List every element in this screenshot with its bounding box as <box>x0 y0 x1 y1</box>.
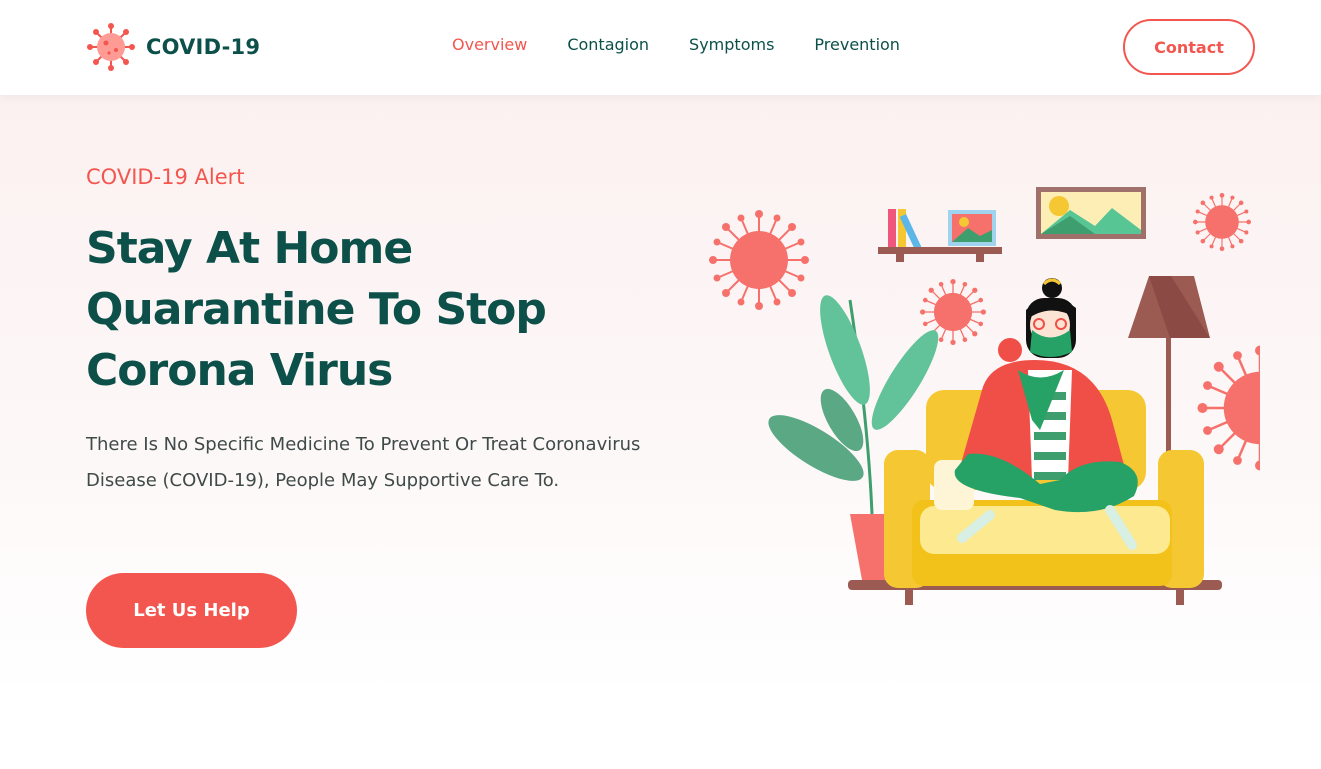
hero-title-line: Corona Virus <box>86 345 393 396</box>
virus-icon <box>1196 344 1260 472</box>
navbar: COVID-19 Overview Contagion Symptoms Pre… <box>0 0 1321 95</box>
nav-contagion[interactable]: Contagion <box>567 35 649 55</box>
brand-name: COVID-19 <box>146 35 261 59</box>
hero-alert-label: COVID-19 Alert <box>86 165 245 189</box>
nav-overview[interactable]: Overview <box>452 35 527 55</box>
brand-logo[interactable]: COVID-19 <box>86 22 260 72</box>
main-nav: Overview Contagion Symptoms Prevention <box>452 35 940 55</box>
hero-title-line: Quarantine To Stop <box>86 284 547 335</box>
let-us-help-button[interactable]: Let Us Help <box>86 573 297 648</box>
nav-symptoms[interactable]: Symptoms <box>689 35 774 55</box>
virus-icon <box>1192 192 1252 252</box>
hero-description: There Is No Specific Medicine To Prevent… <box>86 434 641 491</box>
stay-home-illustration <box>708 187 1260 605</box>
hero-title-line: Stay At Home <box>86 223 413 274</box>
virus-icon <box>708 209 810 311</box>
wall-picture-icon <box>1036 187 1146 239</box>
bookshelf-icon <box>878 209 1002 262</box>
hero-title: Stay At Home Quarantine To Stop Corona V… <box>86 218 606 401</box>
nav-prevention[interactable]: Prevention <box>814 35 900 55</box>
contact-button[interactable]: Contact <box>1123 19 1255 75</box>
virus-icon <box>87 23 135 71</box>
